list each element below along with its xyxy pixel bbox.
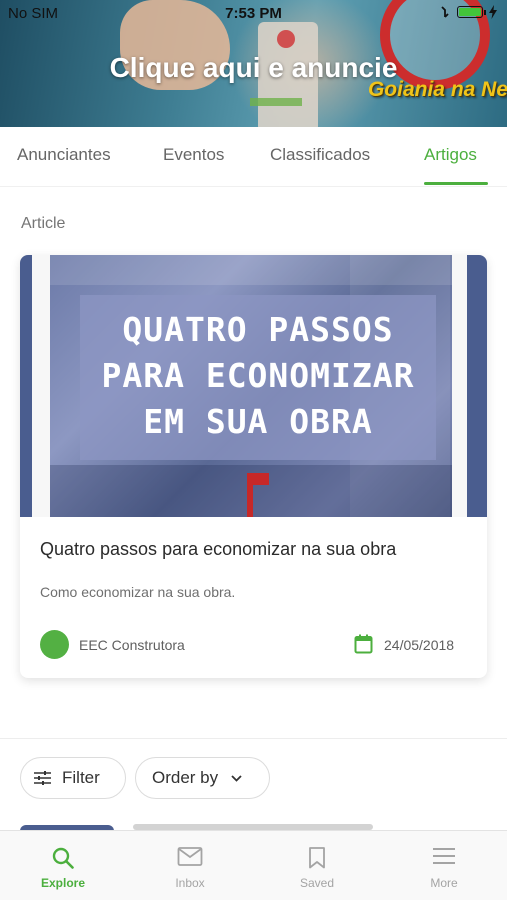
carousel-next-peek	[467, 255, 487, 517]
divider	[0, 738, 507, 739]
banner-phone-avatar-graphic	[277, 30, 295, 48]
search-icon	[52, 847, 74, 869]
nav-inbox-label: Inbox	[175, 876, 205, 890]
carousel-prev-peek	[20, 255, 32, 517]
image-headline-line: QUATRO PASSOS	[122, 310, 394, 349]
banner-phone-bar-graphic	[250, 98, 302, 106]
image-headline-line: PARA ECONOMIZAR	[101, 356, 415, 395]
tab-eventos[interactable]: Eventos	[163, 145, 224, 165]
section-heading: Article	[21, 215, 66, 232]
article-date: 24/05/2018	[384, 637, 455, 653]
nav-saved[interactable]: Saved	[254, 831, 380, 900]
charging-icon	[489, 5, 497, 19]
article-title[interactable]: Quatro passos para economizar na sua obr…	[40, 539, 396, 560]
category-tabs: Anunciantes Eventos Classificados Artigo…	[0, 127, 507, 187]
order-by-dropdown[interactable]: Order by	[135, 757, 270, 799]
tab-artigos[interactable]: Artigos	[424, 145, 477, 165]
tab-classificados[interactable]: Classificados	[270, 145, 370, 165]
image-headline: QUATRO PASSOS PARA ECONOMIZAR EM SUA OBR…	[80, 307, 436, 445]
nav-explore-label: Explore	[40, 876, 85, 890]
mail-icon	[177, 847, 203, 866]
calendar-icon	[354, 634, 373, 654]
article-photo: QUATRO PASSOS PARA ECONOMIZAR EM SUA OBR…	[50, 255, 452, 517]
article-image: QUATRO PASSOS PARA ECONOMIZAR EM SUA OBR…	[20, 255, 487, 517]
alarm-icon	[441, 6, 449, 18]
order-by-label: Order by	[152, 768, 219, 787]
bottom-nav: Explore Inbox Saved More	[0, 830, 507, 900]
chevron-down-icon	[231, 774, 242, 782]
sliders-icon	[34, 771, 51, 785]
image-headline-line: EM SUA OBRA	[143, 402, 373, 441]
author-avatar	[40, 630, 69, 659]
banner-brand: Goiania na Net	[367, 78, 507, 101]
filter-label: Filter	[62, 768, 100, 787]
status-icons	[439, 5, 497, 19]
nav-more[interactable]: More	[381, 831, 507, 900]
nav-saved-label: Saved	[299, 876, 335, 890]
article-card[interactable]: QUATRO PASSOS PARA ECONOMIZAR EM SUA OBR…	[20, 255, 487, 678]
article-subtitle: Como economizar na sua obra.	[40, 584, 236, 600]
clock: 7:53 PM	[225, 5, 282, 22]
menu-icon	[433, 848, 455, 864]
filter-button[interactable]: Filter	[20, 757, 126, 799]
flag-graphic	[253, 473, 269, 485]
bookmark-icon	[309, 847, 325, 869]
active-tab-indicator	[424, 182, 488, 185]
battery-icon	[457, 6, 486, 18]
author-name: EEC Construtora	[79, 637, 185, 653]
promo-banner[interactable]: No SIM 7:53 PM Clique aqui e anuncie Goi…	[0, 0, 507, 127]
nav-inbox[interactable]: Inbox	[127, 831, 253, 900]
tab-anunciantes[interactable]: Anunciantes	[17, 145, 111, 165]
nav-explore[interactable]: Explore	[0, 831, 126, 900]
nav-more-label: More	[430, 876, 458, 890]
